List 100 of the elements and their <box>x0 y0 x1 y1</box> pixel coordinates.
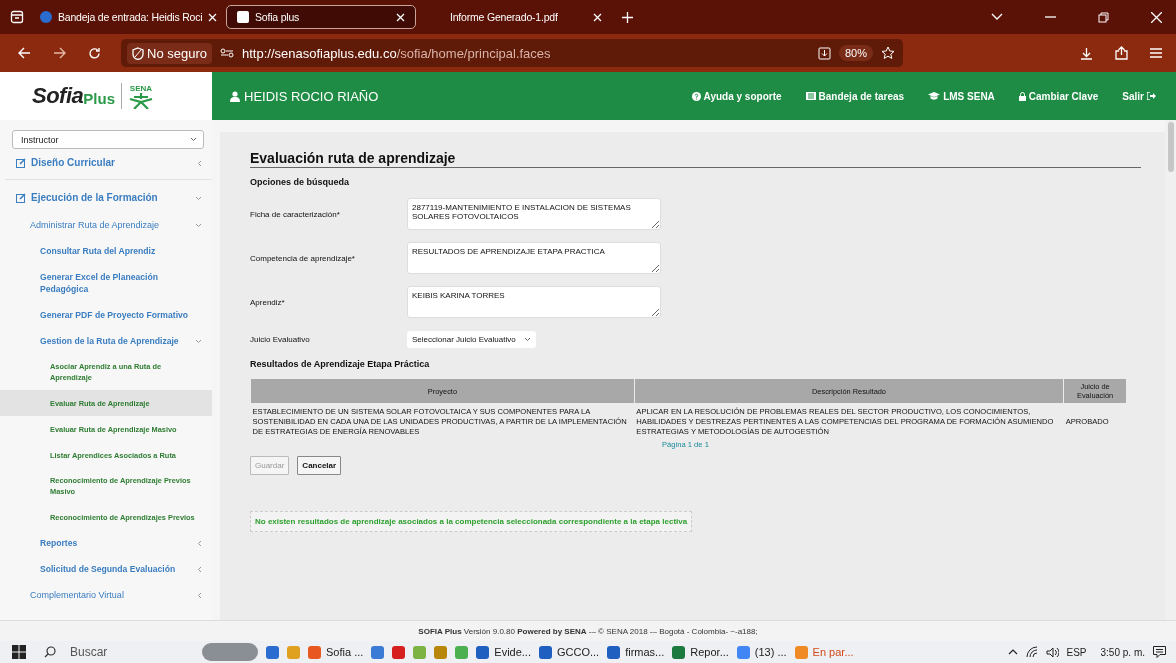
download-icon[interactable] <box>1080 46 1093 60</box>
new-tab-icon[interactable] <box>622 11 633 23</box>
sidebar-item[interactable]: Generar Excel de Planeación Pedagógica <box>0 264 212 302</box>
search-field[interactable]: Buscar <box>34 645 194 659</box>
back-arrow-icon[interactable] <box>18 47 31 59</box>
form-button[interactable]: Cancelar <box>297 456 342 475</box>
app-icon <box>455 645 469 659</box>
browser-tab[interactable]: Bandeja de entrada: Heidis Roci <box>30 5 220 29</box>
forward-arrow-icon[interactable] <box>53 47 66 59</box>
close-icon[interactable] <box>593 12 602 22</box>
footer-text: SOFIA Plus Versión 9.0.80 Powered by SENA -– © SENA 2018 -– Bogotá - Colombia- ~-a188; <box>418 626 758 636</box>
chevron-down-icon <box>195 222 202 228</box>
chevron-left-icon <box>197 565 202 573</box>
chevron-left-icon <box>197 159 202 167</box>
taskbar-app[interactable]: Evide... <box>476 645 531 659</box>
tab-list-icon[interactable] <box>10 10 24 24</box>
address-bar[interactable]: No seguro http://senasofiaplus.edu.co/sofia/home/principal.faces 80% <box>121 39 903 67</box>
chevron-up-icon[interactable] <box>1007 649 1018 655</box>
speaker-icon[interactable] <box>1045 646 1059 658</box>
close-icon[interactable] <box>208 12 218 22</box>
chevron-down-icon <box>190 137 197 142</box>
app-icon <box>607 645 621 659</box>
sidebar-item[interactable]: Ejecución de la Formación <box>0 184 212 212</box>
header-link[interactable]: Bandeja de tareas <box>805 90 905 102</box>
taskbar-app[interactable]: (13) ... <box>736 645 787 659</box>
app-icon <box>371 645 385 659</box>
star-icon[interactable] <box>881 46 895 60</box>
search-highlight-picture <box>202 643 258 661</box>
judgement-select[interactable]: Seleccionar Juicio Evaluativo <box>407 330 536 348</box>
taskbar-app[interactable]: Sofia ... <box>308 645 364 659</box>
role-select[interactable]: Instructor <box>12 130 204 149</box>
restore-icon[interactable] <box>1098 11 1109 23</box>
browser-tab[interactable]: Informe Generado-1.pdf <box>422 5 612 29</box>
chevron-down-icon <box>523 336 531 342</box>
taskbar-app[interactable]: GCCO... <box>539 645 600 659</box>
header-link[interactable]: Salir <box>1122 90 1156 102</box>
graduation-cap-icon <box>928 92 941 100</box>
app-icon <box>672 645 686 659</box>
windows-start-icon[interactable] <box>12 645 26 659</box>
share-icon[interactable] <box>1115 46 1128 60</box>
section-heading: Opciones de búsqueda <box>250 177 351 187</box>
browser-tab[interactable]: Sofia plus <box>226 5 416 29</box>
close-icon[interactable] <box>396 12 405 22</box>
app-icon <box>413 645 427 659</box>
taskbar-app[interactable]: Repor... <box>672 645 729 659</box>
emblem-icon <box>128 92 154 109</box>
shield-icon <box>132 46 144 60</box>
close-icon[interactable] <box>1151 11 1162 23</box>
taskbar-app[interactable] <box>371 645 385 659</box>
sidebar-item[interactable]: Consultar Ruta del Aprendiz <box>0 238 212 264</box>
edit-icon <box>16 193 26 203</box>
reload-icon[interactable] <box>88 46 101 60</box>
text-area[interactable]: RESULTADOS DE APRENDIZAJE ETAPA PRACTICA <box>407 242 661 274</box>
sidebar-item[interactable]: Reportes <box>0 530 212 556</box>
security-indicator[interactable]: No seguro <box>127 42 212 64</box>
sidebar-item[interactable]: Solicitud de Segunda Evaluación <box>0 556 212 582</box>
user-icon <box>230 90 240 102</box>
taskbar-app[interactable]: En par... <box>794 645 854 659</box>
text-area[interactable]: KEIBIS KARINA TORRES <box>407 286 661 318</box>
sidebar-item[interactable]: Generar PDF de Proyecto Formativo <box>0 302 212 328</box>
field-label: Competencia de aprendizaje* <box>250 253 356 263</box>
menu-icon[interactable] <box>1150 48 1162 58</box>
sidebar-item[interactable]: Complementario Virtual <box>0 582 212 608</box>
text-area[interactable]: 2877119-MANTENIMIENTO E INSTALACION DE SISTEMAS SOLARES FOTOVOLTAICOS <box>407 198 661 230</box>
scrollbar-thumb[interactable] <box>1167 122 1174 172</box>
permissions-icon[interactable] <box>220 48 234 58</box>
app-icon <box>794 645 808 659</box>
header-link[interactable]: LMS SENA <box>928 90 995 102</box>
page-title: Evaluación ruta de aprendizaje <box>250 150 1141 168</box>
search-icon <box>44 646 56 658</box>
network-icon[interactable] <box>1025 646 1038 658</box>
list-icon <box>805 92 816 100</box>
clock-text[interactable]: 3:50 p. m. <box>1100 646 1145 658</box>
url-text: http://senasofiaplus.edu.co/sofia/home/principal.faces <box>242 45 551 61</box>
chevron-down-icon <box>195 195 202 201</box>
taskbar-app[interactable] <box>266 645 279 659</box>
zoom-level[interactable]: 80% <box>838 45 873 61</box>
sidebar-item[interactable]: Diseño Curricular <box>0 149 212 177</box>
field-label: Aprendiz* <box>250 297 286 307</box>
app-icon <box>287 645 300 659</box>
edit-icon <box>16 158 26 168</box>
chevron-down-icon[interactable] <box>991 13 1003 21</box>
header-link[interactable]: Ayuda y soporte <box>691 90 782 102</box>
user-name[interactable]: HEIDIS ROCIO RIAÑO <box>230 88 379 104</box>
field-label: Juicio Evaluativo <box>250 334 311 344</box>
sidebar-item[interactable]: Administrar Ruta de Aprendizaje <box>0 212 212 238</box>
download-page-icon[interactable] <box>817 46 831 60</box>
notification-icon[interactable] <box>1153 646 1166 658</box>
taskbar-app[interactable] <box>434 645 448 659</box>
lock-icon <box>1018 91 1026 101</box>
chevron-left-icon <box>197 539 202 547</box>
language-indicator[interactable]: ESP <box>1066 646 1087 658</box>
app-icon <box>308 645 321 659</box>
taskbar-app[interactable] <box>392 645 406 659</box>
taskbar-app[interactable]: firmas... <box>607 645 665 659</box>
app-icon <box>476 645 490 659</box>
sidebar-item[interactable]: Gestion de la Ruta de Aprendizaje <box>0 328 212 354</box>
chevron-down-icon <box>195 338 202 344</box>
field-label: Ficha de caracterización* <box>250 209 341 219</box>
header-link[interactable]: Cambiar Clave <box>1018 90 1099 102</box>
